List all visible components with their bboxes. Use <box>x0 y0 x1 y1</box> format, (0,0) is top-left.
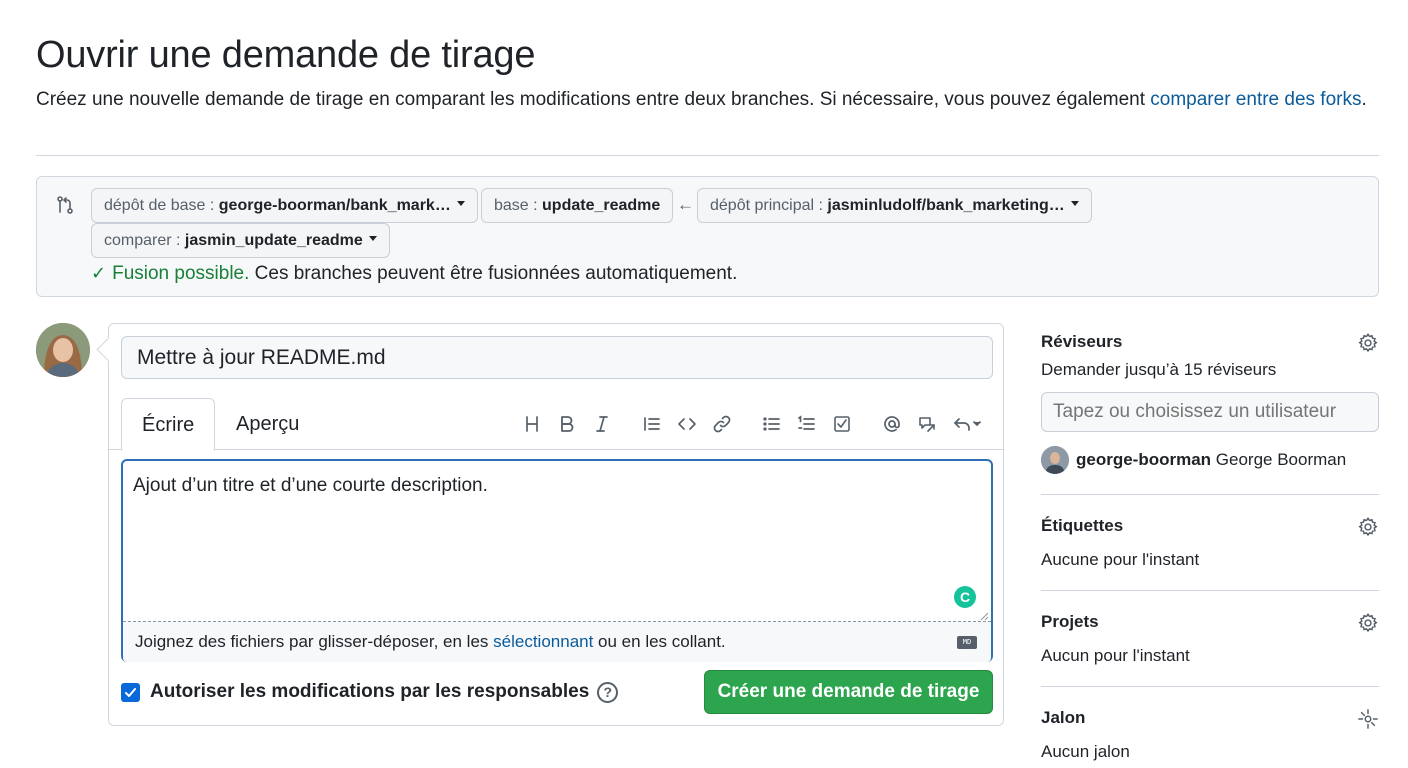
milestone-gear-icon[interactable] <box>1357 708 1379 730</box>
attach-suffix: ou en les collant. <box>593 632 726 651</box>
milestone-title[interactable]: Jalon <box>1041 708 1379 728</box>
markdown-toolbar <box>514 408 989 440</box>
gear-icon[interactable] <box>1357 516 1379 538</box>
heading-icon[interactable] <box>514 408 549 440</box>
arrow-left-icon: ← <box>677 195 694 214</box>
sidebar-divider <box>1041 590 1379 591</box>
link-icon[interactable] <box>704 408 739 440</box>
tab-write[interactable]: Écrire <box>121 398 216 451</box>
labels-section: Étiquettes Aucune pour l'instant <box>1041 516 1379 570</box>
body-textarea[interactable]: Ajout d’un titre et d’une courte descrip… <box>121 459 993 662</box>
markdown-icon: MD <box>957 636 977 649</box>
head-repo-value: jasminludolf/bank_marketing… <box>827 197 1065 214</box>
milestone-section: Jalon Aucun jalon <box>1041 708 1379 762</box>
create-pull-request-button[interactable]: Créer une demande de tirage <box>704 670 993 714</box>
sidebar-divider <box>1041 686 1379 687</box>
code-icon[interactable] <box>669 408 704 440</box>
reviewer-item[interactable]: george-boorman George Boorman <box>1041 446 1346 474</box>
compare-branch-value: jasmin_update_readme <box>184 232 363 249</box>
base-branch-dropdown[interactable]: base : update_readme <box>481 188 674 223</box>
page-description: Créez une nouvelle demande de tirage en … <box>36 86 1376 114</box>
allow-edits-row: Autoriser les modifications par les resp… <box>121 681 619 703</box>
help-icon[interactable]: ? <box>597 681 619 703</box>
reviewers-subtitle: Demander jusqu’à 15 réviseurs <box>1041 360 1277 379</box>
reviewer-login: george-boorman <box>1076 450 1212 469</box>
title-input[interactable] <box>121 336 993 379</box>
avatar <box>36 323 90 377</box>
head-repo-dropdown[interactable]: dépôt principal : jasminludolf/bank_mark… <box>697 188 1092 223</box>
reviewer-search-input[interactable] <box>1041 392 1379 432</box>
compare-branch-label: comparer : <box>104 232 185 249</box>
description-end: . <box>1361 89 1367 110</box>
reference-icon[interactable] <box>909 408 944 440</box>
base-repo-dropdown[interactable]: dépôt de base : george-boorman/bank_mark… <box>91 188 478 223</box>
labels-title[interactable]: Étiquettes <box>1041 516 1379 536</box>
projects-section: Projets Aucun pour l'instant <box>1041 612 1379 666</box>
merge-status-text: Ces branches peuvent être fusionnées aut… <box>249 263 738 284</box>
reviewers-title[interactable]: Réviseurs <box>1041 332 1379 352</box>
editor-tabs: Écrire Aperçu <box>109 398 1003 451</box>
resize-handle-icon[interactable] <box>979 611 989 621</box>
compare-box: dépôt de base : george-boorman/bank_mark… <box>36 176 1379 297</box>
numbered-list-icon[interactable] <box>789 408 824 440</box>
compare-branch-dropdown[interactable]: comparer : jasmin_update_readme <box>91 223 390 258</box>
merge-ok-text: Fusion possible. <box>112 263 250 284</box>
allow-edits-checkbox[interactable] <box>121 682 140 702</box>
bold-icon[interactable] <box>549 408 584 440</box>
undo-icon[interactable] <box>944 408 989 440</box>
bulleted-list-icon[interactable] <box>754 408 789 440</box>
merge-status: ✓ Fusion possible. Ces branches peuvent ê… <box>91 263 737 285</box>
select-files-link[interactable]: sélectionnant <box>493 632 593 651</box>
reviewer-avatar <box>1041 446 1069 474</box>
chevron-down-icon <box>1070 201 1079 207</box>
attach-files-bar[interactable]: Joignez des fichiers par glisser-déposer… <box>123 621 991 662</box>
gear-icon[interactable] <box>1357 612 1379 634</box>
allow-edits-label[interactable]: Autoriser les modifications par les resp… <box>150 681 589 703</box>
grammarly-icon[interactable]: C <box>954 586 976 608</box>
chevron-down-icon <box>456 201 465 207</box>
compare-forks-link[interactable]: comparer entre des forks <box>1150 89 1361 110</box>
task-list-icon[interactable] <box>824 408 859 440</box>
page-title: Ouvrir une demande de tirage <box>36 34 536 76</box>
italic-icon[interactable] <box>584 408 619 440</box>
tab-preview[interactable]: Aperçu <box>216 398 319 450</box>
reviewers-section: Réviseurs Demander jusqu’à 15 réviseurs <box>1041 332 1379 380</box>
quote-icon[interactable] <box>634 408 669 440</box>
base-branch-label: base : <box>494 197 543 214</box>
mention-icon[interactable] <box>874 408 909 440</box>
sidebar-divider <box>1041 494 1379 495</box>
body-text[interactable]: Ajout d’un titre et d’une courte descrip… <box>133 475 488 497</box>
chevron-down-icon <box>368 236 377 242</box>
projects-subtitle: Aucun pour l'instant <box>1041 646 1190 665</box>
pull-request-form: Écrire Aperçu Ajout d’un titre et d’une … <box>108 323 1004 726</box>
labels-subtitle: Aucune pour l'instant <box>1041 550 1200 569</box>
check-icon: ✓ <box>91 263 107 283</box>
milestone-subtitle: Aucun jalon <box>1041 742 1130 761</box>
base-repo-label: dépôt de base : <box>104 197 219 214</box>
description-text: Créez une nouvelle demande de tirage en … <box>36 89 1151 110</box>
git-compare-icon <box>57 196 73 214</box>
projects-title[interactable]: Projets <box>1041 612 1379 632</box>
header-divider <box>36 155 1379 156</box>
reviewer-name: George Boorman <box>1215 450 1347 469</box>
base-branch-value: update_readme <box>542 197 661 214</box>
attach-prefix: Joignez des fichiers par glisser-déposer… <box>135 632 494 651</box>
head-repo-label: dépôt principal : <box>710 197 828 214</box>
base-repo-value: george-boorman/bank_mark… <box>218 197 451 214</box>
gear-icon[interactable] <box>1357 332 1379 354</box>
